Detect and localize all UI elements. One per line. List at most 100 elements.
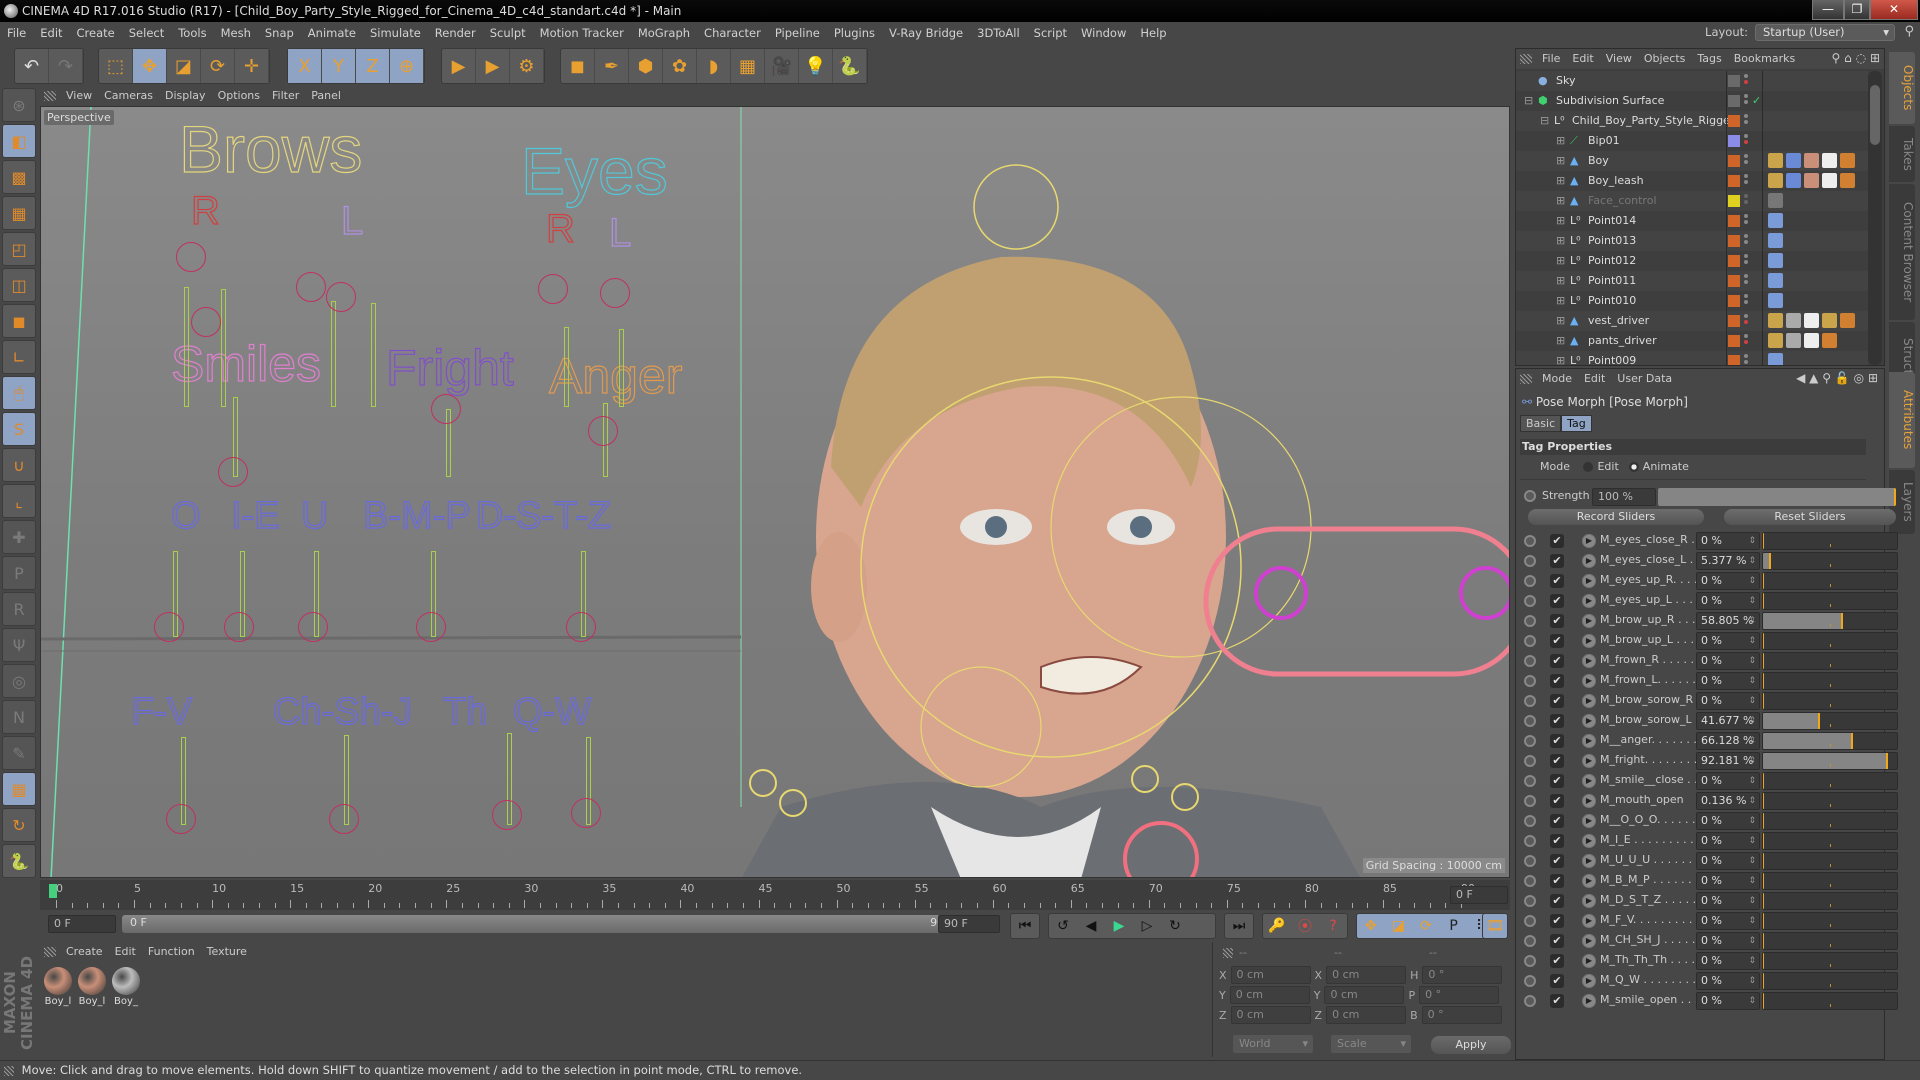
visibility-dot[interactable] bbox=[1744, 360, 1748, 364]
morph-enabled-checkbox[interactable]: ✔ bbox=[1550, 614, 1564, 628]
object-name[interactable]: Subdivision Surface bbox=[1556, 91, 1664, 111]
morph-play-icon[interactable]: ▶ bbox=[1582, 754, 1596, 768]
up-arrow-icon[interactable]: ▲ bbox=[1809, 371, 1818, 385]
morph-slider-knob[interactable] bbox=[1840, 613, 1843, 629]
menu-tools[interactable]: Tools bbox=[171, 22, 213, 44]
menu-render[interactable]: Render bbox=[428, 22, 483, 44]
go-to-end-button[interactable]: ⏭ bbox=[1225, 914, 1253, 938]
object-row[interactable]: ● Sky bbox=[1516, 71, 1868, 91]
object-menu-view[interactable]: View bbox=[1600, 49, 1638, 69]
enabled-check-icon[interactable]: ✓ bbox=[1752, 91, 1761, 111]
morph-slider[interactable] bbox=[1762, 852, 1898, 870]
object-name[interactable]: pants_driver bbox=[1588, 331, 1657, 351]
morph-enabled-checkbox[interactable]: ✔ bbox=[1550, 734, 1564, 748]
tag-icon[interactable] bbox=[1804, 173, 1819, 188]
layer-color-swatch[interactable] bbox=[1728, 155, 1740, 167]
coord-field[interactable]: 0 cm bbox=[1326, 1006, 1407, 1024]
morph-value-field[interactable]: 0 % ⇕ bbox=[1696, 952, 1760, 970]
mode-radio-animate[interactable] bbox=[1628, 462, 1639, 472]
morph-slider-knob[interactable] bbox=[1817, 713, 1820, 729]
strength-keyframe-radio[interactable] bbox=[1524, 490, 1536, 502]
object-row[interactable]: ⊞ ▲ vest_driver bbox=[1516, 311, 1868, 331]
morph-keyframe-radio[interactable] bbox=[1524, 595, 1536, 607]
current-frame-field[interactable]: 0 F bbox=[1450, 886, 1508, 904]
morph-play-icon[interactable]: ▶ bbox=[1582, 734, 1596, 748]
key-scale-button[interactable]: ◪ bbox=[1385, 914, 1413, 938]
menu-motion-tracker[interactable]: Motion Tracker bbox=[533, 22, 631, 44]
face-slider-knob[interactable] bbox=[154, 612, 184, 642]
expand-toggle-icon[interactable]: ⊞ bbox=[1556, 131, 1565, 151]
record-sliders-button[interactable]: Record Sliders bbox=[1528, 509, 1704, 525]
morph-slider[interactable] bbox=[1762, 732, 1898, 750]
tag-icon[interactable] bbox=[1768, 253, 1783, 268]
tag-icon[interactable] bbox=[1822, 173, 1837, 188]
morph-slider-knob[interactable] bbox=[1763, 973, 1764, 989]
object-menu-edit[interactable]: Edit bbox=[1566, 49, 1599, 69]
morph-play-icon[interactable]: ▶ bbox=[1582, 814, 1596, 828]
object-row[interactable]: ⊞ L⁰ Point011 bbox=[1516, 271, 1868, 291]
coord-mode-dropdown[interactable]: Scale ▾ bbox=[1331, 1035, 1411, 1053]
tag-icon[interactable] bbox=[1768, 233, 1783, 248]
expand-toggle-icon[interactable]: ⊞ bbox=[1556, 311, 1565, 331]
morph-slider[interactable] bbox=[1762, 952, 1898, 970]
morph-keyframe-radio[interactable] bbox=[1524, 675, 1536, 687]
visibility-dot[interactable] bbox=[1744, 200, 1748, 204]
y-axis-button[interactable]: Y bbox=[322, 49, 356, 83]
stepper-icon[interactable]: ⇕ bbox=[1748, 733, 1756, 749]
coordinate-system-button[interactable]: ⊕ bbox=[390, 49, 424, 83]
morph-slider[interactable] bbox=[1762, 552, 1898, 570]
morph-slider-knob[interactable] bbox=[1763, 773, 1764, 789]
visibility-dots[interactable] bbox=[1744, 74, 1748, 88]
morph-keyframe-radio[interactable] bbox=[1524, 995, 1536, 1007]
morph-slider[interactable] bbox=[1762, 912, 1898, 930]
tag-icon[interactable] bbox=[1804, 153, 1819, 168]
morph-slider[interactable] bbox=[1762, 592, 1898, 610]
tab-objects[interactable]: Objects bbox=[1889, 52, 1915, 124]
morph-keyframe-radio[interactable] bbox=[1524, 535, 1536, 547]
morph-enabled-checkbox[interactable]: ✔ bbox=[1550, 574, 1564, 588]
stepper-icon[interactable]: ⇕ bbox=[1748, 833, 1756, 849]
morph-value-field[interactable]: 5.377 % ⇕ bbox=[1696, 552, 1760, 570]
morph-keyframe-radio[interactable] bbox=[1524, 855, 1536, 867]
expand-toggle-icon[interactable]: ⊟ bbox=[1524, 91, 1533, 111]
menu-mesh[interactable]: Mesh bbox=[214, 22, 258, 44]
face-slider-knob[interactable] bbox=[191, 307, 221, 337]
visibility-dot[interactable] bbox=[1744, 300, 1748, 304]
key-param-button[interactable]: P bbox=[1440, 914, 1468, 938]
expand-toggle-icon[interactable]: ⊞ bbox=[1556, 251, 1565, 271]
object-name[interactable]: Child_Boy_Party_Style_Rigged bbox=[1572, 111, 1737, 131]
face-slider-knob[interactable] bbox=[224, 612, 254, 642]
expand-toggle-icon[interactable]: ⊞ bbox=[1556, 231, 1565, 251]
visibility-dot[interactable] bbox=[1744, 74, 1748, 78]
ik-brush-button[interactable]: ✎ bbox=[2, 736, 36, 770]
tag-icon[interactable] bbox=[1786, 333, 1801, 348]
morph-enabled-checkbox[interactable]: ✔ bbox=[1550, 914, 1564, 928]
object-name[interactable]: Sky bbox=[1556, 71, 1575, 91]
search-icon[interactable]: ⚲ bbox=[1822, 371, 1831, 385]
live-selection-button[interactable]: ⬚ bbox=[99, 49, 133, 83]
morph-enabled-checkbox[interactable]: ✔ bbox=[1550, 774, 1564, 788]
viewport-menu-view[interactable]: View bbox=[60, 86, 98, 106]
tag-icon[interactable] bbox=[1822, 313, 1837, 328]
material-menu-create[interactable]: Create bbox=[60, 942, 109, 962]
model-mode-button[interactable]: ◧ bbox=[2, 124, 36, 158]
morph-enabled-checkbox[interactable]: ✔ bbox=[1550, 654, 1564, 668]
morph-slider-knob[interactable] bbox=[1763, 633, 1764, 649]
morph-enabled-checkbox[interactable]: ✔ bbox=[1550, 714, 1564, 728]
expand-toggle-icon[interactable]: ⊞ bbox=[1556, 331, 1565, 351]
menu-v-ray-bridge[interactable]: V-Ray Bridge bbox=[882, 22, 970, 44]
object-name[interactable]: Point009 bbox=[1588, 351, 1636, 365]
layer-color-swatch[interactable] bbox=[1728, 315, 1740, 327]
face-slider-knob[interactable] bbox=[166, 804, 196, 834]
morph-enabled-checkbox[interactable]: ✔ bbox=[1550, 554, 1564, 568]
morph-value-field[interactable]: 0 % ⇕ bbox=[1696, 532, 1760, 550]
rig-shoulder-r[interactable] bbox=[749, 769, 777, 797]
morph-slider-knob[interactable] bbox=[1763, 913, 1764, 929]
visibility-dot[interactable] bbox=[1744, 160, 1748, 164]
morph-slider[interactable] bbox=[1762, 652, 1898, 670]
morph-slider[interactable] bbox=[1762, 672, 1898, 690]
stepper-icon[interactable]: ⇕ bbox=[1748, 753, 1756, 769]
object-name[interactable]: Face_control bbox=[1588, 191, 1657, 211]
visibility-dot[interactable] bbox=[1744, 234, 1748, 238]
morph-keyframe-radio[interactable] bbox=[1524, 755, 1536, 767]
